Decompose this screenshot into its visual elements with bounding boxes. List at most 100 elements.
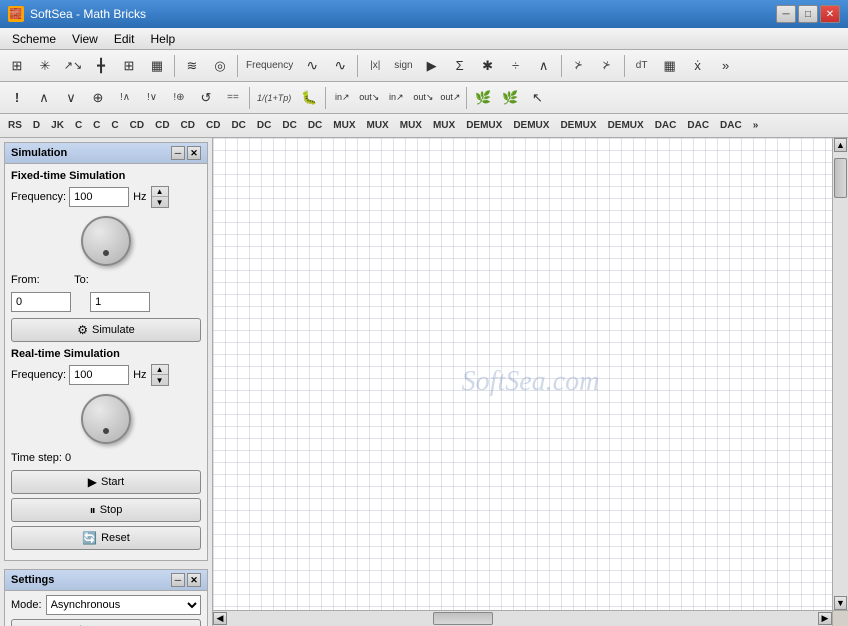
tb2-cursor-btn[interactable]: ↖ bbox=[524, 85, 550, 111]
tb3-mux1-btn[interactable]: MUX bbox=[329, 118, 359, 133]
tb1-grid4-btn[interactable]: ▦ bbox=[657, 53, 683, 79]
tb2-inarrow-btn[interactable]: in↗ bbox=[329, 85, 355, 111]
from-input[interactable] bbox=[11, 292, 71, 312]
scroll-right-arrow[interactable]: ▶ bbox=[818, 612, 832, 625]
real-freq-down[interactable]: ▼ bbox=[152, 375, 168, 385]
tb1-more-btn[interactable]: » bbox=[713, 53, 739, 79]
tb2-transfer-btn[interactable]: 1/(1+Tp) bbox=[253, 85, 295, 111]
tb3-cd2-btn[interactable]: CD bbox=[151, 118, 173, 133]
real-knob[interactable] bbox=[81, 394, 131, 444]
simulation-close-btn[interactable]: ✕ bbox=[187, 146, 201, 160]
fixed-freq-spinner[interactable]: ▲ ▼ bbox=[151, 186, 169, 208]
fixed-freq-up[interactable]: ▲ bbox=[152, 187, 168, 197]
tb1-and-btn[interactable]: ∧ bbox=[531, 53, 557, 79]
title-controls[interactable]: ─ □ ✕ bbox=[776, 5, 840, 23]
menu-help[interactable]: Help bbox=[143, 30, 184, 48]
tb2-tree1-btn[interactable]: 🌿 bbox=[470, 85, 496, 111]
maximize-button[interactable]: □ bbox=[798, 5, 818, 23]
fixed-freq-input[interactable] bbox=[69, 187, 129, 207]
simulation-header-controls[interactable]: ─ ✕ bbox=[171, 146, 201, 160]
horizontal-scroll-thumb[interactable] bbox=[433, 612, 493, 625]
tb1-cross-btn[interactable]: ╋ bbox=[88, 53, 114, 79]
scroll-left-arrow[interactable]: ◀ bbox=[213, 612, 227, 625]
canvas-area[interactable]: SoftSea.com ▲ ▼ ◀ ▶ bbox=[213, 138, 848, 626]
tb2-and-btn[interactable]: ∧ bbox=[31, 85, 57, 111]
stop-button[interactable]: ⏸ Stop bbox=[11, 498, 201, 522]
tb1-sine1-btn[interactable]: ∿ bbox=[299, 53, 325, 79]
tb1-grid1-btn[interactable]: ⊞ bbox=[4, 53, 30, 79]
tb1-grid3-btn[interactable]: ▦ bbox=[144, 53, 170, 79]
tb3-rs-btn[interactable]: RS bbox=[4, 118, 26, 133]
tb3-c1-btn[interactable]: C bbox=[71, 118, 86, 133]
tb1-arrow-btn[interactable]: ↗↘ bbox=[60, 53, 86, 79]
tb3-mux2-btn[interactable]: MUX bbox=[363, 118, 393, 133]
to-input[interactable] bbox=[90, 292, 150, 312]
tb1-sine2-btn[interactable]: ∿ bbox=[327, 53, 353, 79]
horizontal-scrollbar[interactable]: ◀ ▶ bbox=[213, 610, 832, 626]
scroll-up-arrow[interactable]: ▲ bbox=[834, 138, 847, 152]
reset-button[interactable]: 🔄 Reset bbox=[11, 526, 201, 550]
build-tree-button[interactable]: 🌲 buildTree bbox=[11, 619, 201, 626]
tb1-mult-btn[interactable]: ✱ bbox=[475, 53, 501, 79]
real-freq-input[interactable] bbox=[69, 365, 129, 385]
tb1-grid2-btn[interactable]: ⊞ bbox=[116, 53, 142, 79]
tb2-outarrow2-btn[interactable]: out↘ bbox=[410, 85, 436, 111]
tb3-c2-btn[interactable]: C bbox=[89, 118, 104, 133]
tb1-xdot-btn[interactable]: ẋ bbox=[685, 53, 711, 79]
tb3-mux3-btn[interactable]: MUX bbox=[396, 118, 426, 133]
tb2-inarrow2-btn[interactable]: in↗ bbox=[383, 85, 409, 111]
tb2-outarrow3-btn[interactable]: out↗ bbox=[437, 85, 463, 111]
vertical-scrollbar[interactable]: ▲ ▼ bbox=[832, 138, 848, 610]
tb3-cd1-btn[interactable]: CD bbox=[126, 118, 148, 133]
tb1-nand-btn[interactable]: ⊁ bbox=[566, 53, 592, 79]
tb1-abs-btn[interactable]: |x| bbox=[362, 53, 388, 79]
tb3-more-btn[interactable]: » bbox=[749, 118, 763, 133]
close-button[interactable]: ✕ bbox=[820, 5, 840, 23]
tb3-dc1-btn[interactable]: DC bbox=[227, 118, 249, 133]
simulate-button[interactable]: ⚙ Simulate bbox=[11, 318, 201, 342]
tb2-tree2-btn[interactable]: 🌿 bbox=[497, 85, 523, 111]
tb3-dc2-btn[interactable]: DC bbox=[253, 118, 275, 133]
tb3-dac3-btn[interactable]: DAC bbox=[716, 118, 746, 133]
tb2-bug-btn[interactable]: 🐛 bbox=[296, 85, 322, 111]
tb1-play-btn[interactable]: ▶ bbox=[419, 53, 445, 79]
tb3-demux4-btn[interactable]: DEMUX bbox=[604, 118, 648, 133]
tb3-demux3-btn[interactable]: DEMUX bbox=[556, 118, 600, 133]
start-button[interactable]: ▶ Start bbox=[11, 470, 201, 494]
tb1-sum-btn[interactable]: Σ bbox=[447, 53, 473, 79]
menu-edit[interactable]: Edit bbox=[106, 30, 143, 48]
tb2-not-btn[interactable]: ! bbox=[4, 85, 30, 111]
vertical-scroll-thumb[interactable] bbox=[834, 158, 847, 198]
tb2-or-btn[interactable]: ∨ bbox=[58, 85, 84, 111]
tb1-div-btn[interactable]: ÷ bbox=[503, 53, 529, 79]
tb3-cd4-btn[interactable]: CD bbox=[202, 118, 224, 133]
tb1-sign-btn[interactable]: sign bbox=[390, 53, 416, 79]
menu-scheme[interactable]: Scheme bbox=[4, 30, 64, 48]
tb1-circle-btn[interactable]: ◎ bbox=[207, 53, 233, 79]
tb2-eq-btn[interactable]: == bbox=[220, 85, 246, 111]
tb3-d-btn[interactable]: D bbox=[29, 118, 44, 133]
tb3-dc4-btn[interactable]: DC bbox=[304, 118, 326, 133]
tb3-dc3-btn[interactable]: DC bbox=[278, 118, 300, 133]
tb1-star-btn[interactable]: ✳ bbox=[32, 53, 58, 79]
real-freq-up[interactable]: ▲ bbox=[152, 365, 168, 375]
tb2-nand-btn[interactable]: !∧ bbox=[112, 85, 138, 111]
tb3-cd3-btn[interactable]: CD bbox=[177, 118, 199, 133]
tb3-jk-btn[interactable]: JK bbox=[47, 118, 68, 133]
tb1-nand2-btn[interactable]: ⊁ bbox=[594, 53, 620, 79]
tb2-undo-btn[interactable]: ↺ bbox=[193, 85, 219, 111]
minimize-button[interactable]: ─ bbox=[776, 5, 796, 23]
menu-view[interactable]: View bbox=[64, 30, 106, 48]
tb3-c3-btn[interactable]: C bbox=[107, 118, 122, 133]
settings-minimize-btn[interactable]: ─ bbox=[171, 573, 185, 587]
scroll-down-arrow[interactable]: ▼ bbox=[834, 596, 847, 610]
tb2-xor-btn[interactable]: ⊕ bbox=[85, 85, 111, 111]
real-freq-spinner[interactable]: ▲ ▼ bbox=[151, 364, 169, 386]
tb1-wave-btn[interactable]: ≋ bbox=[179, 53, 205, 79]
tb3-dac2-btn[interactable]: DAC bbox=[683, 118, 713, 133]
simulation-minimize-btn[interactable]: ─ bbox=[171, 146, 185, 160]
tb3-demux1-btn[interactable]: DEMUX bbox=[462, 118, 506, 133]
tb3-demux2-btn[interactable]: DEMUX bbox=[509, 118, 553, 133]
fixed-freq-down[interactable]: ▼ bbox=[152, 197, 168, 207]
mode-select[interactable]: Asynchronous Synchronous bbox=[46, 595, 201, 615]
